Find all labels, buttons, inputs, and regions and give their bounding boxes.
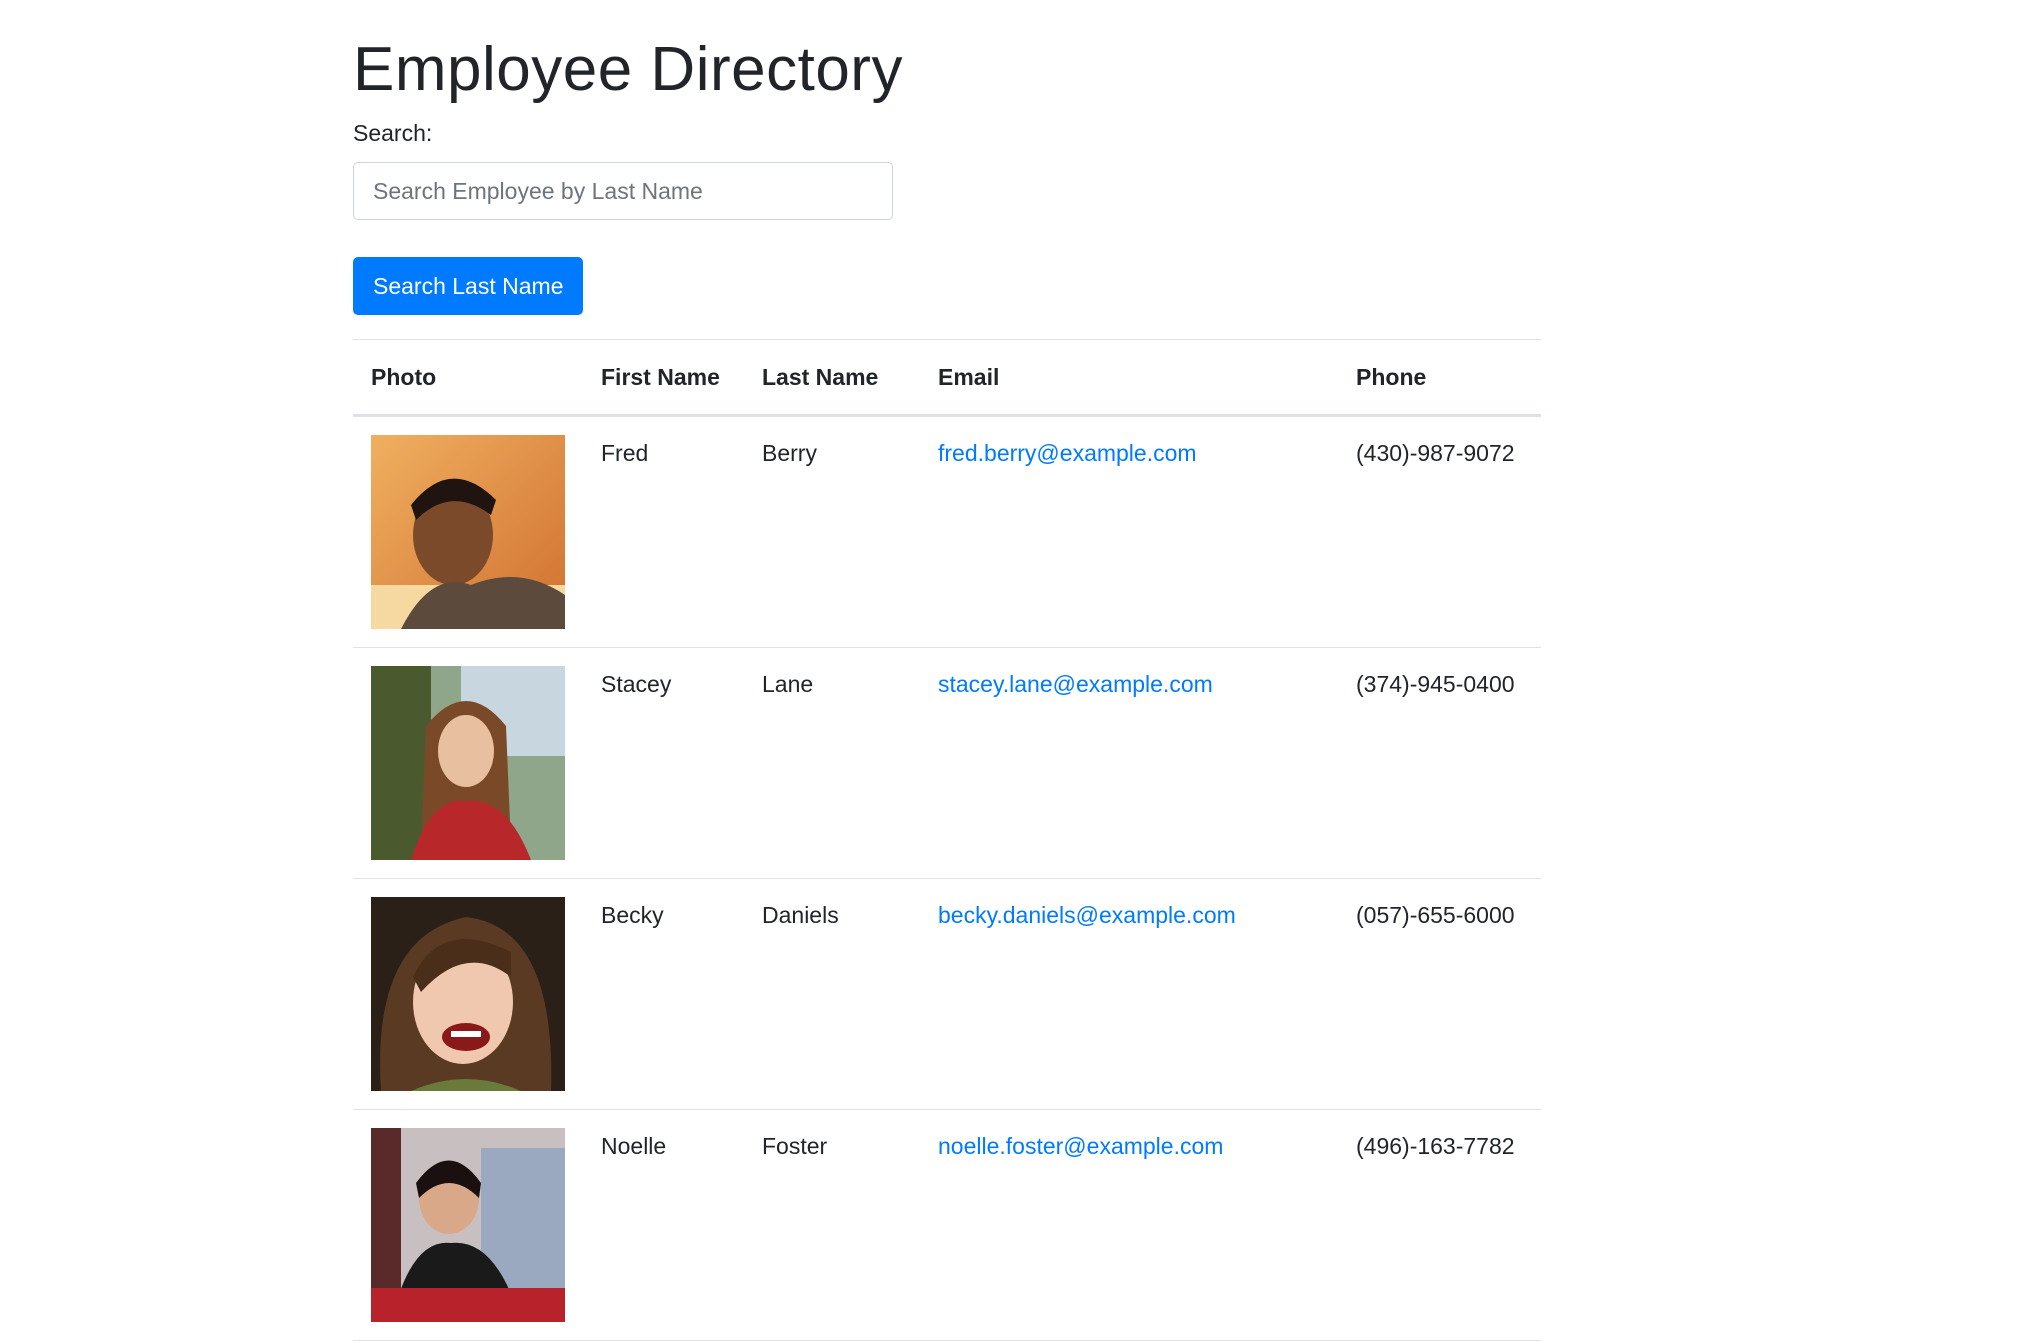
email-cell: fred.berry@example.com xyxy=(920,415,1338,648)
photo-cell xyxy=(353,1109,583,1341)
table-row: Becky Daniels becky.daniels@example.com … xyxy=(353,878,1541,1110)
last-name-cell: Daniels xyxy=(744,878,920,1110)
email-cell: stacey.lane@example.com xyxy=(920,647,1338,879)
photo-cell xyxy=(353,647,583,879)
phone-cell: (430)-987-9072 xyxy=(1338,415,1541,648)
employee-photo xyxy=(371,1128,565,1322)
phone-cell: (496)-163-7782 xyxy=(1338,1109,1541,1341)
header-email[interactable]: Email xyxy=(920,339,1338,417)
employee-photo xyxy=(371,435,565,629)
email-link[interactable]: fred.berry@example.com xyxy=(938,440,1197,466)
employee-table: Photo First Name Last Name Email Phone F… xyxy=(353,339,1541,1341)
photo-cell xyxy=(353,878,583,1110)
table-header-row: Photo First Name Last Name Email Phone xyxy=(353,339,1541,417)
first-name-cell: Fred xyxy=(583,415,744,648)
table-row: Stacey Lane stacey.lane@example.com (374… xyxy=(353,647,1541,879)
search-label: Search: xyxy=(353,120,433,146)
last-name-cell: Foster xyxy=(744,1109,920,1341)
page-title: Employee Directory xyxy=(353,35,903,104)
header-last-name[interactable]: Last Name xyxy=(744,339,920,417)
employee-photo xyxy=(371,666,565,860)
phone-cell: (057)-655-6000 xyxy=(1338,878,1541,1110)
main-container: Employee Directory Search: Search Last N… xyxy=(353,0,1541,1341)
first-name-cell: Stacey xyxy=(583,647,744,879)
table-row: Noelle Foster noelle.foster@example.com … xyxy=(353,1109,1541,1341)
first-name-cell: Noelle xyxy=(583,1109,744,1341)
employee-photo xyxy=(371,897,565,1091)
last-name-cell: Berry xyxy=(744,415,920,648)
last-name-cell: Lane xyxy=(744,647,920,879)
email-link[interactable]: becky.daniels@example.com xyxy=(938,902,1236,928)
phone-cell: (374)-945-0400 xyxy=(1338,647,1541,879)
email-link[interactable]: noelle.foster@example.com xyxy=(938,1133,1223,1159)
email-cell: noelle.foster@example.com xyxy=(920,1109,1338,1341)
email-link[interactable]: stacey.lane@example.com xyxy=(938,671,1213,697)
header-first-name[interactable]: First Name xyxy=(583,339,744,417)
photo-cell xyxy=(353,415,583,648)
search-input[interactable] xyxy=(353,162,893,220)
header-photo[interactable]: Photo xyxy=(353,339,583,417)
email-cell: becky.daniels@example.com xyxy=(920,878,1338,1110)
search-last-name-button[interactable]: Search Last Name xyxy=(353,257,584,315)
first-name-cell: Becky xyxy=(583,878,744,1110)
header-phone[interactable]: Phone xyxy=(1338,339,1541,417)
table-row: Fred Berry fred.berry@example.com (430)-… xyxy=(353,415,1541,648)
